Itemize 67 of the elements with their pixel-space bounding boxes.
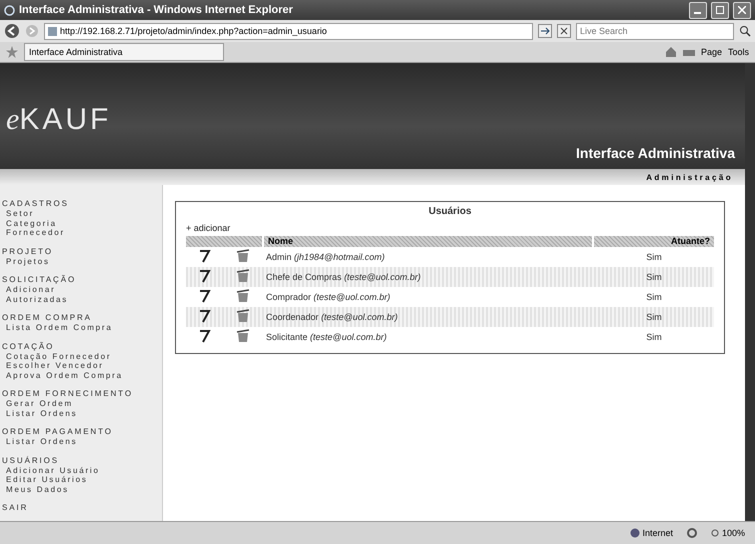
active-cell-text: Sim bbox=[645, 292, 663, 302]
sidebar-section-title: ORDEM PAGAMENTO bbox=[2, 427, 114, 437]
user-name-cell-text: Solicitante (teste@uol.com.br) bbox=[265, 332, 388, 342]
close-button[interactable] bbox=[733, 2, 751, 18]
sidebar-link[interactable]: Adicionar Usuário bbox=[2, 466, 162, 475]
delete-bin-icon[interactable] bbox=[236, 269, 250, 283]
maximize-button[interactable] bbox=[711, 2, 729, 18]
column-header: Nome bbox=[264, 236, 592, 247]
user-name-cell-text: Chefe de Compras (teste@uol.com.br) bbox=[265, 272, 422, 282]
sidebar-link[interactable]: Adicionar bbox=[2, 285, 162, 294]
active-cell-text: Sim bbox=[645, 272, 663, 282]
sidebar-section-title: SOLICITAÇÃO bbox=[2, 275, 78, 285]
user-name-cell-text: Admin (jh1984@hotmail.com) bbox=[265, 252, 386, 262]
scrollbar[interactable] bbox=[745, 63, 755, 521]
sidebar-link[interactable]: Setor bbox=[2, 209, 162, 218]
sidebar-link[interactable]: Gerar Ordem bbox=[2, 399, 162, 408]
user-name-cell-text: Coordenador (teste@uol.com.br) bbox=[265, 312, 399, 322]
sidebar-link[interactable]: Listar Ordens bbox=[2, 408, 162, 418]
active-cell-text: Sim bbox=[645, 252, 663, 262]
user-name-cell-text: Comprador (teste@uol.com.br) bbox=[265, 292, 392, 302]
sidebar-link[interactable]: Listar Ordens bbox=[2, 437, 162, 446]
sidebar-link[interactable]: Projetos bbox=[2, 256, 162, 266]
active-cell-text: Sim bbox=[645, 332, 663, 342]
search-field[interactable]: Live Search bbox=[576, 22, 734, 40]
header-subtitle: Administração bbox=[646, 172, 733, 182]
column-header: Atuante? bbox=[594, 236, 714, 247]
sidebar-section-title: USUÁRIOS bbox=[2, 456, 60, 466]
header-title: Interface Administrativa bbox=[576, 145, 735, 161]
sidebar-section-title: ORDEM COMPRA bbox=[2, 313, 93, 323]
delete-bin-icon[interactable] bbox=[236, 249, 250, 263]
sidebar-link[interactable]: Categoria bbox=[2, 218, 162, 228]
close-icon bbox=[738, 6, 746, 14]
home-icon[interactable] bbox=[664, 46, 677, 58]
sidebar-link[interactable]: Cotação Fornecedor bbox=[2, 352, 162, 361]
refresh-icon[interactable] bbox=[538, 24, 552, 38]
address-field[interactable]: http://192.168.2.71/projeto/admin/index.php?action=admin_usuario bbox=[44, 22, 533, 40]
sidebar-link[interactable]: Fornecedor bbox=[2, 228, 162, 238]
delete-bin-icon[interactable] bbox=[236, 309, 250, 323]
stop-icon[interactable] bbox=[557, 24, 571, 38]
logo: eKAUF bbox=[6, 103, 112, 137]
sidebar-section-title: PROJETO bbox=[2, 246, 54, 256]
maximize-icon bbox=[716, 6, 724, 14]
sidebar-section-title: COTAÇÃO bbox=[2, 342, 56, 352]
zoom-control[interactable]: 100% bbox=[710, 528, 745, 538]
sidebar-link[interactable]: Lista Ordem Compra bbox=[2, 323, 162, 332]
sidebar-link[interactable]: Escolher Vencedor bbox=[2, 361, 162, 370]
favorites-star-icon[interactable] bbox=[6, 46, 18, 58]
sidebar-section-title: CADASTROS bbox=[2, 199, 70, 209]
back-icon[interactable] bbox=[4, 23, 20, 39]
sidebar-link[interactable]: Aprova Ordem Compra bbox=[2, 370, 162, 380]
delete-bin-icon[interactable] bbox=[236, 289, 250, 303]
sidebar-link[interactable]: Editar Usuários bbox=[2, 475, 162, 484]
active-cell-text: Sim bbox=[645, 312, 663, 322]
sidebar-link[interactable]: Meus Dados bbox=[2, 484, 162, 494]
add-link[interactable]: + adicionar bbox=[186, 223, 230, 233]
minimize-button[interactable] bbox=[689, 2, 707, 18]
sidebar-link[interactable]: Autorizadas bbox=[2, 294, 162, 304]
sidebar-section-title: ORDEM FORNECIMENTO bbox=[2, 389, 134, 399]
delete-bin-icon[interactable] bbox=[236, 329, 250, 343]
panel-title: Usuários bbox=[428, 206, 472, 217]
browser-tab[interactable]: Interface Administrativa bbox=[24, 43, 224, 61]
sidebar-section-title[interactable]: SAIR bbox=[2, 503, 162, 513]
window-title: Interface Administrativa - Windows Internet Explorer bbox=[19, 4, 294, 16]
zone-indicator: Internet bbox=[630, 528, 673, 538]
toolbar-menu[interactable]: Tools bbox=[728, 47, 749, 57]
toolbar-menu[interactable]: Page bbox=[700, 47, 722, 57]
search-icon[interactable] bbox=[739, 25, 751, 37]
